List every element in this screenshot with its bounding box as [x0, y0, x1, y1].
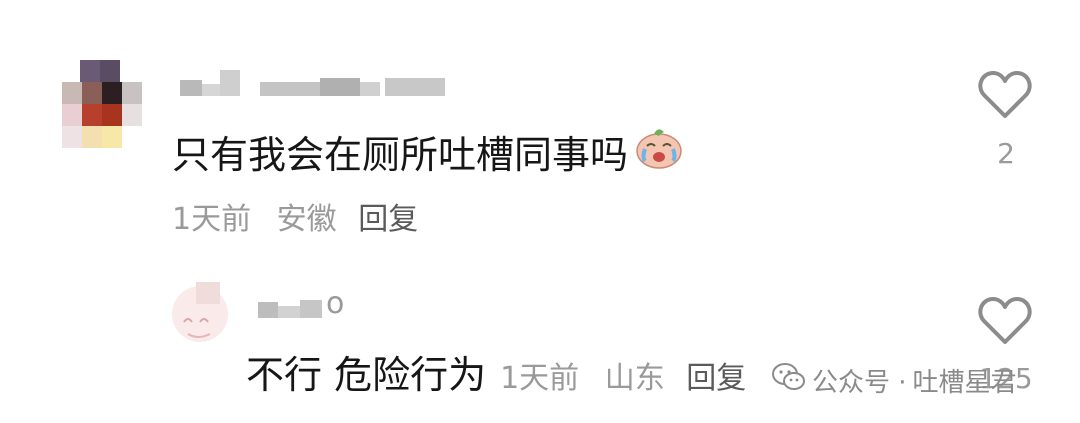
comment-location: 山东: [604, 361, 665, 396]
watermark-prefix: 公众号 ·: [812, 368, 907, 398]
like-button[interactable]: [978, 296, 1032, 346]
comment-time: 1天前: [500, 361, 580, 396]
wechat-icon: [772, 362, 806, 399]
like-button[interactable]: [978, 70, 1032, 120]
comment-text: 只有我会在厕所吐槽同事吗: [172, 133, 629, 177]
comment-location: 安徽: [276, 202, 337, 237]
watermark-name: 吐槽星君: [912, 368, 1017, 398]
heart-outline-icon: [978, 70, 1032, 120]
comment-text: 不行 危险行为: [246, 353, 487, 397]
username[interactable]: o: [326, 286, 344, 321]
reply-button[interactable]: 回复: [686, 361, 746, 396]
like-count: 2: [997, 137, 1015, 170]
crying-emoji-icon: [634, 124, 684, 179]
username-pixelated[interactable]: [258, 296, 324, 320]
avatar[interactable]: [168, 282, 236, 344]
username-pixelated[interactable]: [180, 70, 450, 102]
avatar[interactable]: [62, 60, 142, 160]
reply-button[interactable]: 回复: [358, 202, 418, 237]
heart-outline-icon: [978, 296, 1032, 346]
comment-time: 1天前: [172, 202, 252, 237]
watermark: 公众号 · 吐槽星君: [772, 362, 1017, 399]
